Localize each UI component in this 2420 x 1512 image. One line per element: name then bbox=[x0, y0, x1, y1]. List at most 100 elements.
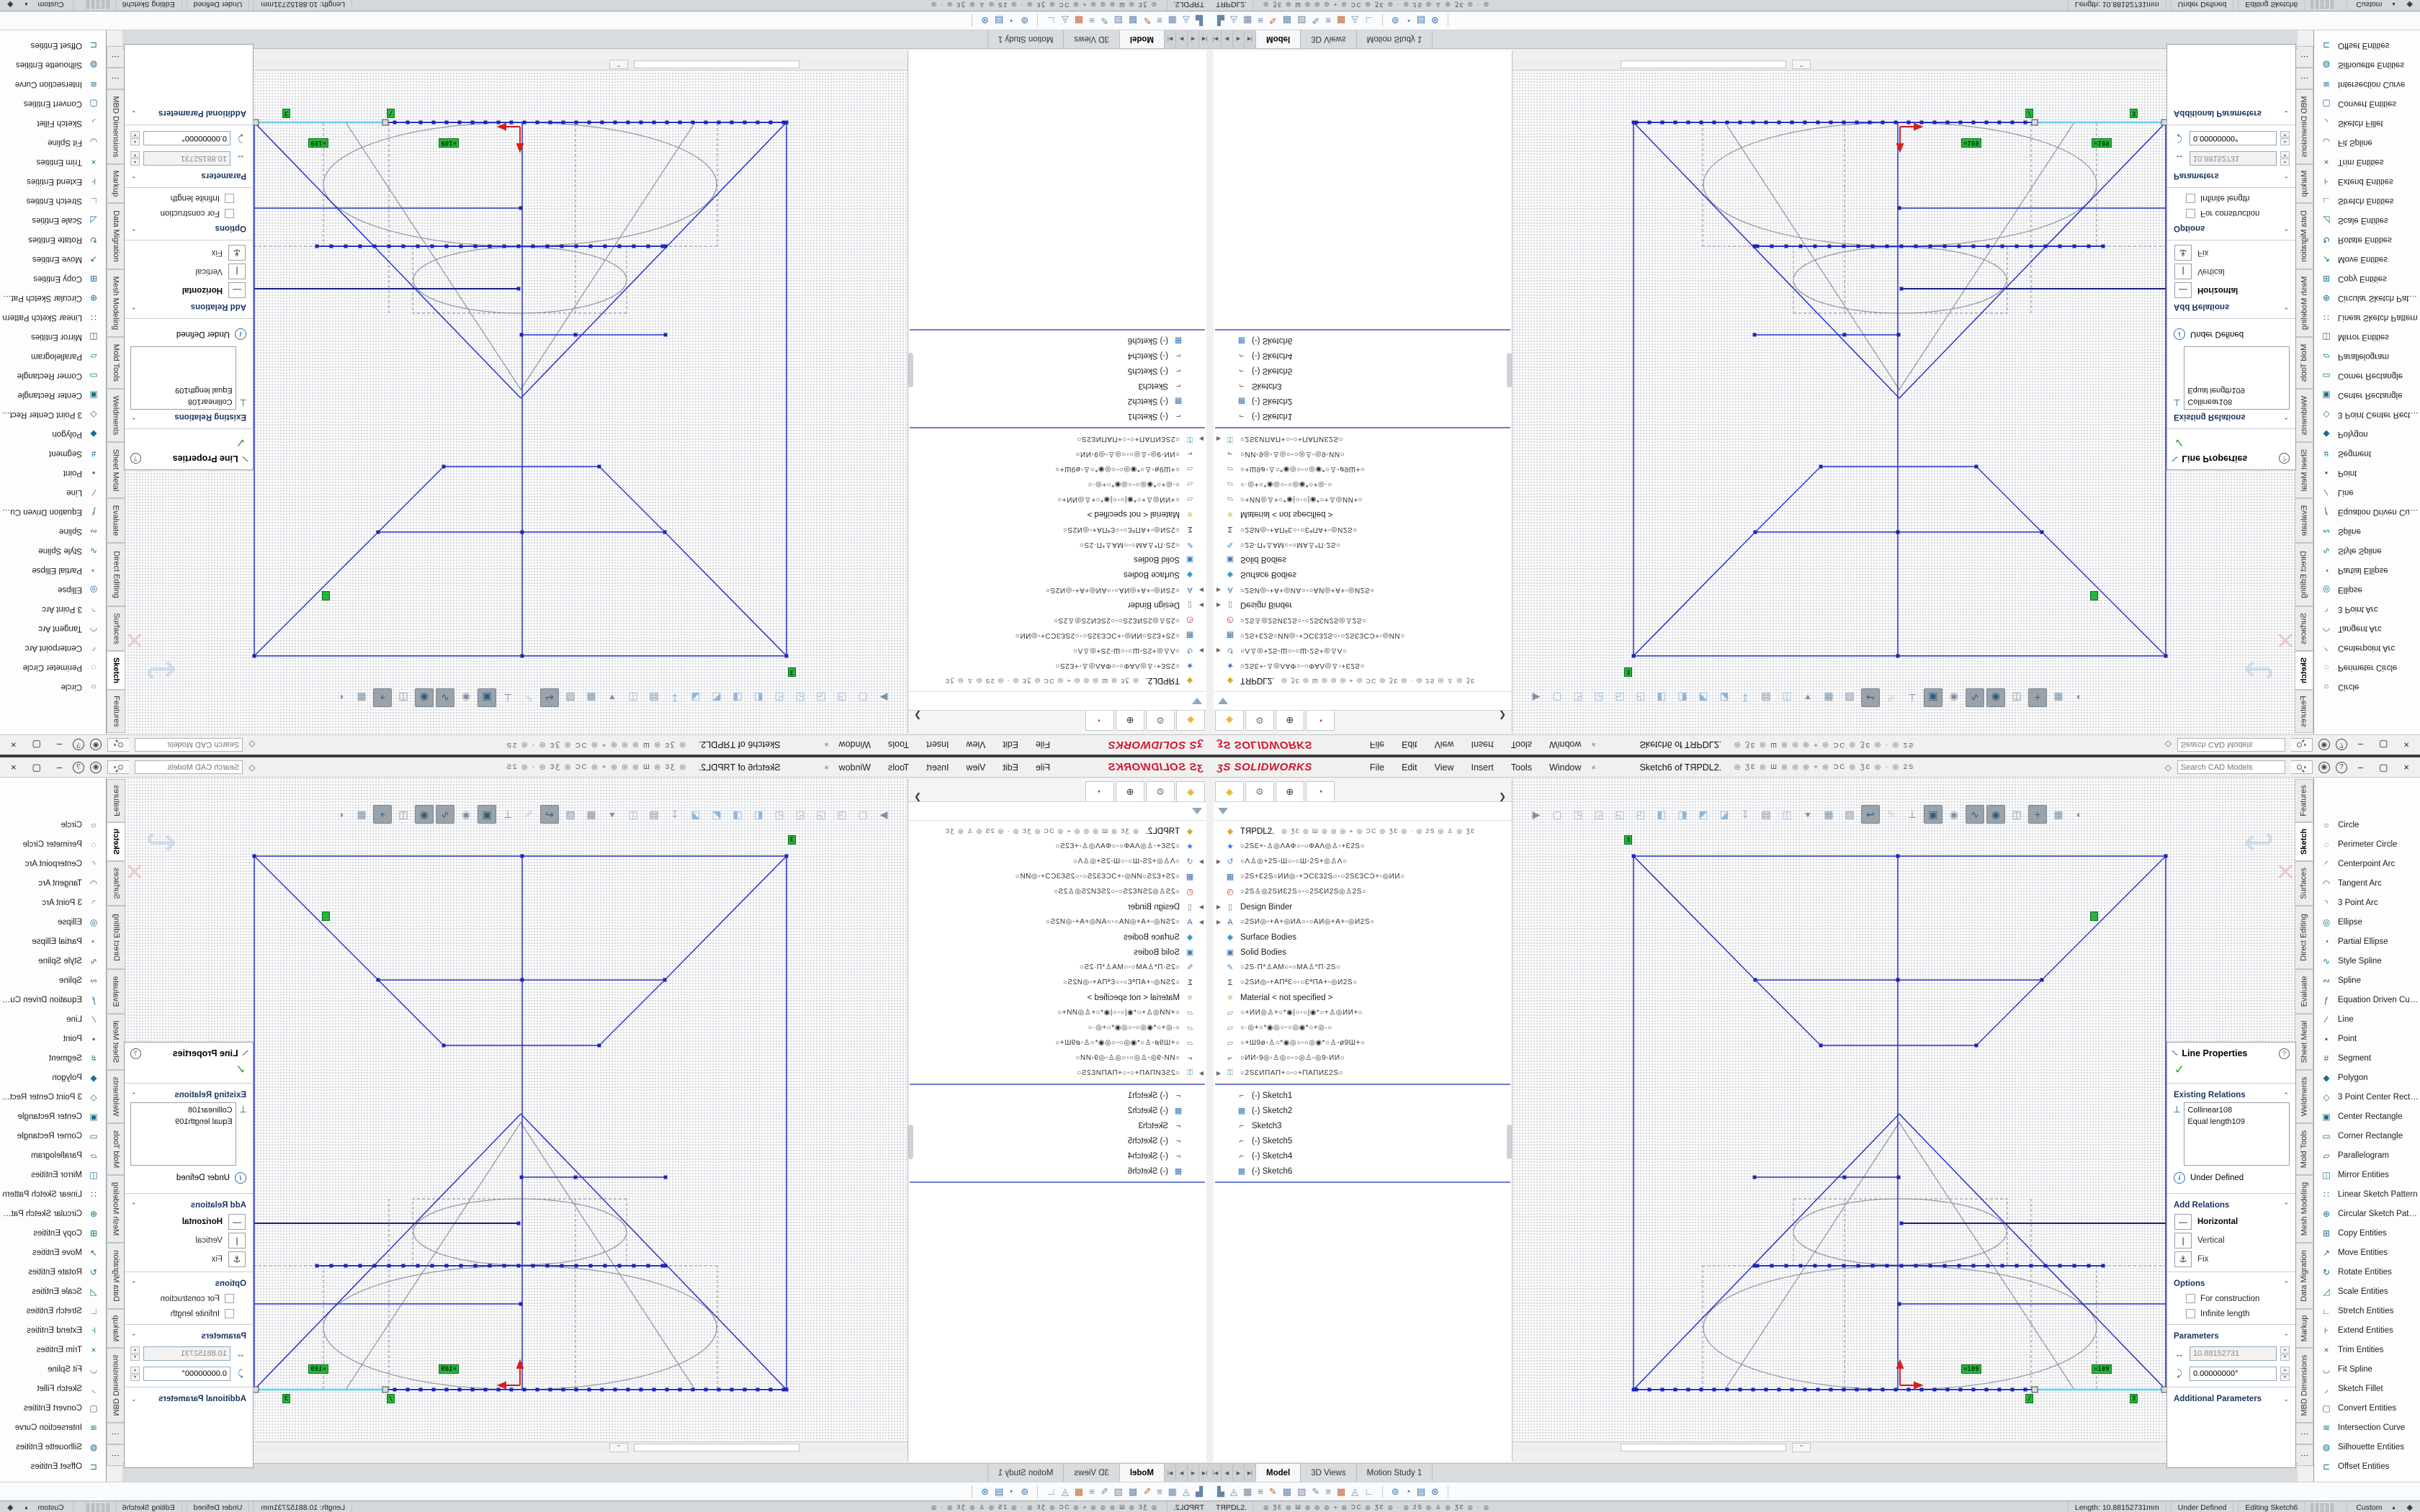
sketch-point[interactable] bbox=[785, 855, 789, 858]
checkbox[interactable] bbox=[2186, 1294, 2195, 1303]
command-tab-direct-editing[interactable]: Direct Editing bbox=[2295, 906, 2313, 969]
sketch-point[interactable] bbox=[604, 1264, 607, 1268]
tool-spline[interactable]: ∾Spline bbox=[2314, 522, 2420, 541]
ok-check-icon[interactable]: ✓ bbox=[2167, 1063, 2295, 1080]
tree-item-selection-sets[interactable]: ▦○2S+Ɛ2S○ИИ◎◦+ƆϹƐ32S○◦○2SƐ3ϹƆ+◦◎ИИ○ bbox=[908, 869, 1206, 884]
lowbar-icon[interactable]: ◬ bbox=[1183, 1486, 1190, 1498]
tab-scroll-button[interactable]: ◀ bbox=[1222, 30, 1233, 48]
menu-edit[interactable]: Edit bbox=[1394, 760, 1425, 775]
filter-icon[interactable] bbox=[1218, 808, 1228, 814]
expand-arrow-icon[interactable]: ▶ bbox=[1216, 1070, 1224, 1076]
tree-root-item[interactable]: ◆ TЯPDL2. ◎ ƷƐ ◎ Ш ◎ ◎ ◎ + ◎ ƆϹ ◎ ƷƐ ◎ ·… bbox=[1214, 824, 1512, 839]
expand-motion-manager-button[interactable]: ⌃ bbox=[1792, 60, 1811, 69]
sketch-point[interactable] bbox=[782, 1388, 786, 1392]
relation-entry[interactable]: Collinear108 bbox=[2187, 396, 2286, 408]
tree-item-sketch2[interactable]: ▦(-) Sketch2 bbox=[1214, 394, 1512, 409]
sketch-point[interactable] bbox=[2102, 245, 2105, 248]
status-custom-dropdown[interactable]: Custom▴ bbox=[2347, 0, 2403, 11]
command-tab-mesh-modeling[interactable]: Mesh Modeling bbox=[107, 269, 125, 337]
rollback-bar[interactable] bbox=[910, 329, 1205, 330]
relation-tag[interactable]: =109 bbox=[308, 138, 328, 148]
fix-relation-button[interactable]: ⚓ bbox=[2174, 245, 2192, 261]
view-cube-icon[interactable]: ◧ bbox=[749, 805, 768, 824]
sketch-point[interactable] bbox=[2040, 531, 2044, 534]
tree-expand-chevron-icon[interactable]: ❯ bbox=[1493, 791, 1512, 801]
view-relations-icon[interactable]: + bbox=[373, 805, 392, 824]
menu-tools[interactable]: Tools bbox=[881, 760, 916, 775]
tool-mirror-entities[interactable]: ◫Mirror Entities bbox=[0, 1165, 106, 1184]
filter-icon[interactable] bbox=[1218, 698, 1228, 704]
expand-arrow-icon[interactable]: ▶ bbox=[1196, 904, 1204, 910]
sketch-point[interactable] bbox=[497, 1388, 501, 1392]
exit-sketch-icon[interactable]: ↩ bbox=[540, 688, 559, 707]
sketch-point[interactable] bbox=[632, 1264, 636, 1268]
sketch-point[interactable] bbox=[253, 855, 256, 858]
sketch-point[interactable] bbox=[1855, 1388, 1859, 1392]
tool-trim-entities[interactable]: ×Trim Entities bbox=[0, 1340, 106, 1359]
tool-move-entities[interactable]: ↗Move Entities bbox=[0, 1243, 106, 1262]
view-cube-icon[interactable]: ◰ bbox=[1631, 805, 1650, 824]
tab-scroll-button[interactable]: ▶| bbox=[1245, 30, 1256, 48]
normal-to-icon[interactable]: ↧ bbox=[1736, 805, 1754, 824]
expand-arrow-icon[interactable]: ▶ bbox=[1196, 647, 1204, 654]
sketch-point[interactable] bbox=[589, 1264, 593, 1268]
sketch-point[interactable] bbox=[1713, 121, 1716, 125]
sketch-point[interactable] bbox=[1857, 245, 1860, 248]
menu-edit[interactable]: Edit bbox=[995, 738, 1026, 752]
view-cube-icon[interactable]: ◳ bbox=[1569, 688, 1587, 707]
zebra-stripes-icon[interactable]: ▨ bbox=[1840, 688, 1859, 707]
tool-parallelogram[interactable]: ▱Parallelogram bbox=[0, 347, 106, 366]
sketch-point[interactable] bbox=[517, 1264, 521, 1268]
tool-circle[interactable]: ○Circle bbox=[0, 678, 106, 697]
section-existing-relations[interactable]: Existing Relations⌃ bbox=[125, 410, 253, 426]
tool-tangent-arc[interactable]: ◠Tangent Arc bbox=[0, 619, 106, 639]
sketch-point[interactable] bbox=[523, 121, 526, 125]
tab-configuration-manager[interactable]: ⊕ bbox=[1116, 781, 1144, 801]
sketch-point[interactable] bbox=[1894, 1388, 1898, 1392]
view-grid-icon[interactable]: ▦ bbox=[352, 805, 371, 824]
tree-item-design-binder[interactable]: ▶▯Design Binder bbox=[908, 598, 1206, 613]
tree-item-surface-bodies[interactable]: ◆Surface Bodies bbox=[1214, 567, 1512, 582]
tab-display-manager[interactable]: ◔ bbox=[1306, 781, 1335, 801]
relation-tag[interactable] bbox=[322, 912, 330, 921]
sketch-point[interactable] bbox=[402, 1264, 405, 1268]
sketch-point[interactable] bbox=[2011, 121, 2015, 125]
sketch-point[interactable] bbox=[330, 1264, 333, 1268]
sketch-point[interactable] bbox=[1754, 531, 1757, 534]
tool-extend-entities[interactable]: ⊦Extend Entities bbox=[0, 1320, 106, 1340]
tool-perimeter-circle[interactable]: ◌Perimeter Circle bbox=[0, 658, 106, 678]
sketch-point[interactable] bbox=[1753, 1264, 1757, 1268]
pin-icon[interactable]: + bbox=[1589, 762, 1599, 773]
tree-item-front-plane[interactable]: ▱○+ИИ◎♙+○*◉|○◦○|◉*○+♙◎ИИ+○ bbox=[908, 1005, 1206, 1020]
tab-motion-study-1[interactable]: Motion Study 1 bbox=[987, 30, 1064, 48]
sketch-point[interactable] bbox=[627, 1388, 630, 1392]
view-cube-wire-icon[interactable]: ▢ bbox=[853, 805, 872, 824]
lowbar-icon[interactable]: ▦ bbox=[1168, 1486, 1177, 1498]
tool-center-rectangle[interactable]: ▣Center Rectangle bbox=[0, 1107, 106, 1126]
tree-item-favorites[interactable]: ★○2SƐ+◦♙◎ΛΑΦ○◦○ΦΑΛ◎♙◦+Ɛ2S○ bbox=[908, 839, 1206, 854]
sketch-point[interactable] bbox=[1943, 245, 1947, 248]
sketch-point[interactable] bbox=[1998, 1388, 2002, 1392]
pin-icon[interactable]: + bbox=[821, 762, 831, 773]
sketch-point[interactable] bbox=[743, 121, 747, 125]
sketch-point[interactable] bbox=[1900, 1264, 1904, 1268]
tool-3-point-center-recta-[interactable]: ◇3 Point Center Recta... bbox=[2314, 405, 2420, 425]
tree-item-sketch1[interactable]: ⌐(-) Sketch1 bbox=[1214, 409, 1512, 424]
sketch-point[interactable] bbox=[1674, 1388, 1677, 1392]
lowbar-icon[interactable]: ⊛ bbox=[1431, 15, 1439, 27]
sketch-point[interactable] bbox=[1756, 245, 1760, 248]
tab-feature-manager[interactable]: ◆ bbox=[1176, 781, 1205, 801]
sketch-point[interactable] bbox=[488, 245, 492, 248]
lowbar-icon[interactable]: ◬ bbox=[1062, 15, 1069, 27]
tool-equation-driven-curve[interactable]: ƒEquation Driven Curve bbox=[0, 990, 106, 1009]
sketch-point[interactable] bbox=[691, 121, 695, 125]
lowbar-icon[interactable]: ✎ bbox=[1101, 1486, 1108, 1498]
tree-item-favorites[interactable]: ★○2SƐ+◦♙◎ΛΑΦ○◦○ΦΑΛ◎♙◦+Ɛ2S○ bbox=[908, 658, 1206, 673]
section-additional-parameters[interactable]: Additional Parameters⌄ bbox=[125, 106, 253, 122]
command-tab-sketch[interactable]: Sketch bbox=[107, 822, 125, 861]
sketch-point[interactable] bbox=[1886, 245, 1889, 248]
tool-parallelogram[interactable]: ▱Parallelogram bbox=[2314, 347, 2420, 366]
lowbar-icon[interactable]: ▨ bbox=[1114, 1486, 1123, 1498]
tool-stretch-entities[interactable]: ∟Stretch Entities bbox=[2314, 192, 2420, 211]
sketch-point[interactable] bbox=[1929, 1264, 1932, 1268]
